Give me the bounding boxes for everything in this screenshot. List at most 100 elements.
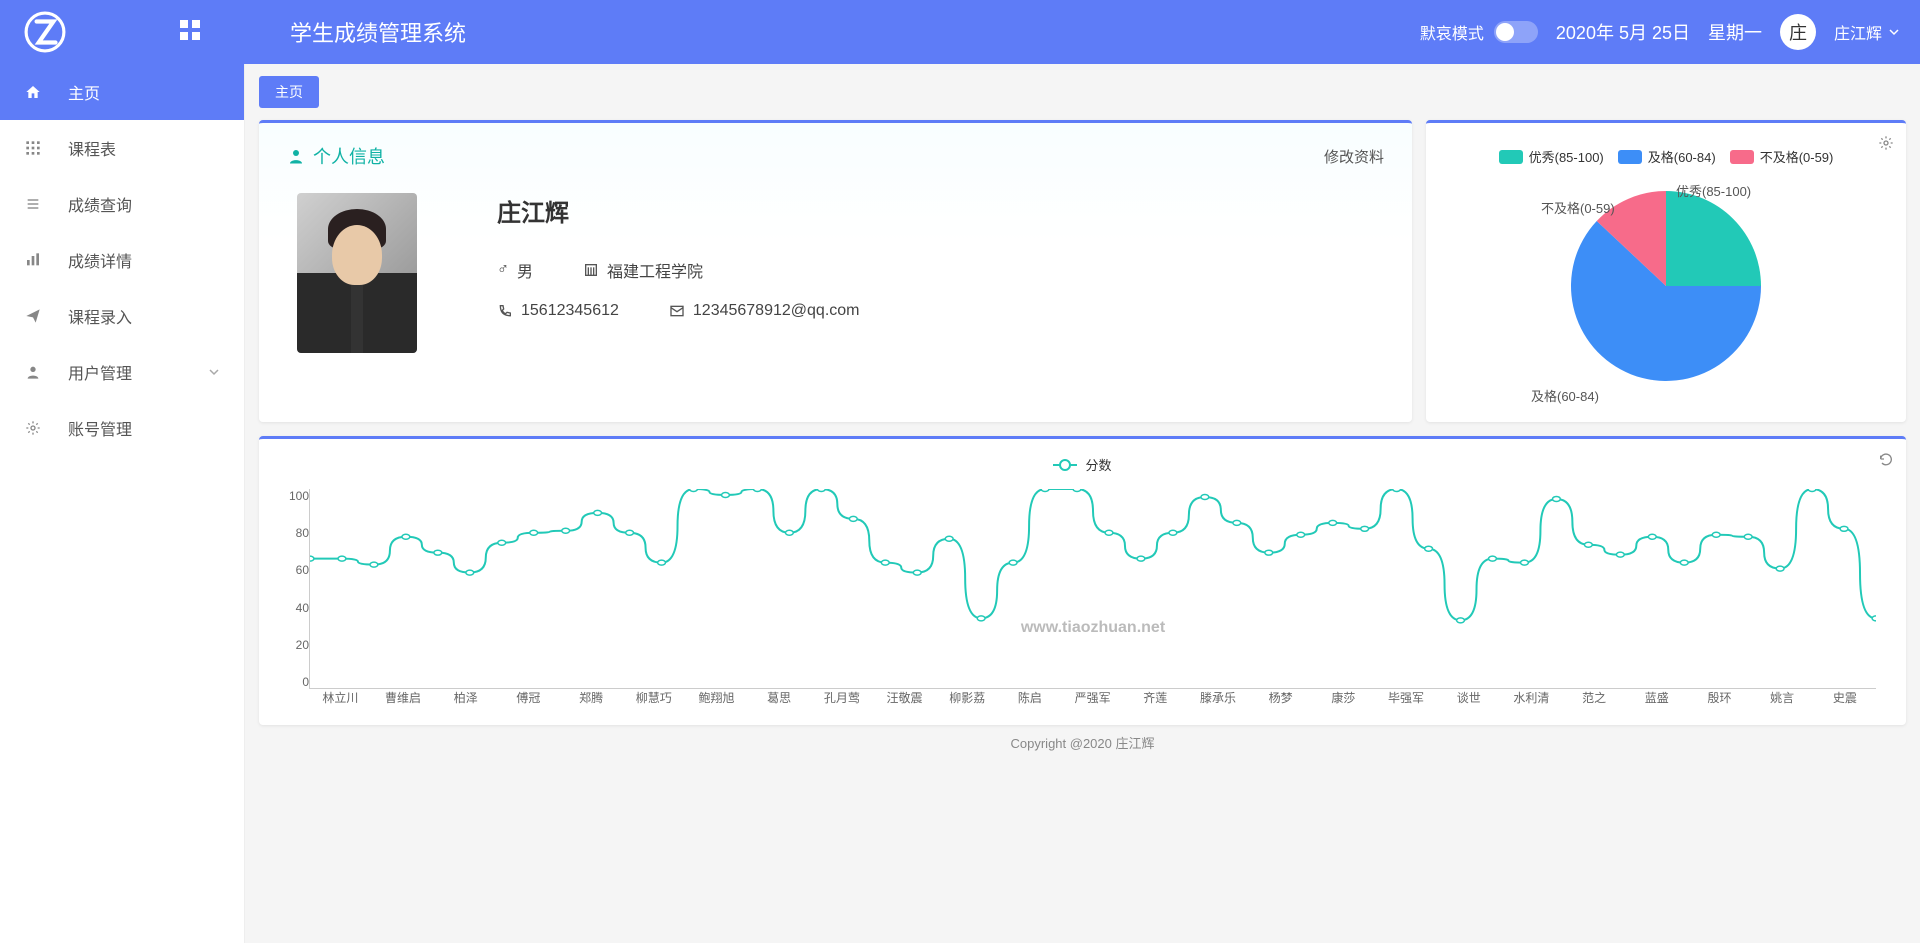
x-tick: 殷环 [1688, 689, 1751, 709]
x-tick: 严强军 [1061, 689, 1124, 709]
sidebar-item-3[interactable]: 成绩详情 [0, 232, 244, 288]
info-name: 庄江辉 [497, 193, 1384, 228]
info-card: 个人信息 修改资料 庄江辉 ♂ 男 [259, 120, 1412, 422]
pie-card: 优秀(85-100) 及格(60-84) 不及格(0-59) 优秀(85-100) 及… [1426, 120, 1906, 422]
x-tick: 蓝盛 [1625, 689, 1688, 709]
list-icon [24, 195, 42, 213]
legend-item[interactable]: 优秀(85-100) [1499, 147, 1604, 166]
sidebar-item-1[interactable]: 课程表 [0, 120, 244, 176]
sidebar-item-2[interactable]: 成绩查询 [0, 176, 244, 232]
email-field: 12345678912@qq.com [669, 302, 860, 320]
x-tick: 范之 [1563, 689, 1626, 709]
legend-swatch [1618, 150, 1642, 164]
y-tick: 80 [279, 526, 309, 540]
sidebar-item-5[interactable]: 用户管理 [0, 344, 244, 400]
user-icon [24, 363, 42, 381]
x-axis: 林立川曹维启柏泽傅冠郑腾柳慧巧鲍翔旭葛思孔月莺汪敬震柳影荔陈启严强军齐莲滕承乐杨… [309, 689, 1876, 709]
line-series-name: 分数 [1085, 455, 1111, 474]
pie-slice-label: 不及格(0-59) [1541, 198, 1615, 217]
gender-field: ♂ 男 [497, 258, 533, 282]
phone-icon [497, 303, 513, 319]
footer: Copyright @2020 庄江辉 [259, 725, 1906, 760]
weekday-text: 星期一 [1708, 19, 1762, 45]
x-tick: 姚言 [1751, 689, 1814, 709]
mail-icon [669, 303, 685, 319]
avatar[interactable]: 庄 [1780, 14, 1816, 50]
x-tick: 柏泽 [434, 689, 497, 709]
sidebar-item-label: 主页 [68, 80, 100, 104]
x-tick: 杨梦 [1249, 689, 1312, 709]
app-title: 学生成绩管理系统 [290, 16, 1420, 48]
sidebar-item-6[interactable]: 账号管理 [0, 400, 244, 456]
sidebar-item-0[interactable]: 主页 [0, 64, 244, 120]
mourning-mode: 默哀模式 [1420, 20, 1538, 44]
refresh-icon[interactable] [1878, 451, 1894, 472]
x-tick: 史震 [1814, 689, 1877, 709]
legend-item[interactable]: 及格(60-84) [1618, 147, 1716, 166]
sidebar-item-label: 账号管理 [68, 416, 132, 440]
x-tick: 谈世 [1437, 689, 1500, 709]
x-tick: 葛思 [748, 689, 811, 709]
menu-toggle-icon[interactable] [180, 20, 200, 45]
x-tick: 齐莲 [1124, 689, 1187, 709]
phone-field: 15612345612 [497, 302, 619, 320]
send-icon [24, 307, 42, 325]
date-text: 2020年 5月 25日 [1556, 19, 1690, 45]
x-tick: 毕强军 [1375, 689, 1438, 709]
sidebar-item-label: 课程表 [68, 136, 116, 160]
chevron-down-icon [208, 366, 220, 378]
portrait [297, 193, 417, 353]
line-chart: 100806040200 www.tiaozhuan.net 林立川曹维启柏泽傅… [309, 489, 1876, 709]
pie-slice-label: 优秀(85-100) [1676, 181, 1751, 200]
building-icon [583, 262, 599, 278]
x-tick: 水利清 [1500, 689, 1563, 709]
legend-swatch [1499, 150, 1523, 164]
x-tick: 柳慧巧 [622, 689, 685, 709]
y-tick: 40 [279, 601, 309, 615]
home-icon [24, 83, 42, 101]
pie-slice-label: 及格(60-84) [1531, 386, 1599, 405]
sidebar-item-label: 课程录入 [68, 304, 132, 328]
sidebar-item-4[interactable]: 课程录入 [0, 288, 244, 344]
line-legend: 分数 [279, 455, 1886, 474]
sidebar-item-label: 成绩详情 [68, 248, 132, 272]
line-card: 分数 100806040200 www.tiaozhuan.net 林立川曹维启… [259, 436, 1906, 725]
y-tick: 60 [279, 563, 309, 577]
y-tick: 100 [279, 489, 309, 503]
gender-icon: ♂ [497, 261, 509, 279]
legend-swatch [1730, 150, 1754, 164]
x-tick: 郑腾 [560, 689, 623, 709]
sidebar: 主页课程表成绩查询成绩详情课程录入用户管理账号管理 [0, 64, 245, 943]
header: 学生成绩管理系统 默哀模式 2020年 5月 25日 星期一 庄 庄江辉 [0, 0, 1920, 64]
pie-chart: 优秀(85-100)及格(60-84)不及格(0-59) [1566, 186, 1766, 386]
x-tick: 陈启 [999, 689, 1062, 709]
y-tick: 0 [279, 675, 309, 689]
gear-icon[interactable] [1878, 135, 1894, 156]
x-tick: 林立川 [309, 689, 372, 709]
x-tick: 康莎 [1312, 689, 1375, 709]
x-tick: 鲍翔旭 [685, 689, 748, 709]
x-tick: 汪敬震 [873, 689, 936, 709]
chevron-down-icon [1888, 26, 1900, 38]
user-dropdown[interactable]: 庄江辉 [1834, 20, 1900, 44]
mourning-switch[interactable] [1494, 21, 1538, 43]
x-tick: 傅冠 [497, 689, 560, 709]
line-legend-marker [1053, 464, 1077, 466]
logo [20, 7, 70, 57]
school-field: 福建工程学院 [583, 258, 703, 282]
legend-item[interactable]: 不及格(0-59) [1730, 147, 1834, 166]
plot-area: www.tiaozhuan.net [309, 489, 1876, 689]
sidebar-item-label: 用户管理 [68, 360, 132, 384]
sidebar-item-label: 成绩查询 [68, 192, 132, 216]
x-tick: 柳影荔 [936, 689, 999, 709]
main: 主页 个人信息 修改资料 庄江辉 ♂ 男 [245, 64, 1920, 772]
tab-home[interactable]: 主页 [259, 76, 319, 108]
edit-profile-link[interactable]: 修改资料 [1324, 146, 1384, 167]
y-tick: 20 [279, 638, 309, 652]
tab-bar: 主页 [259, 76, 1906, 108]
info-title: 个人信息 [287, 143, 385, 169]
x-tick: 滕承乐 [1187, 689, 1250, 709]
gear-icon [24, 419, 42, 437]
user-icon [287, 147, 305, 165]
pie-legend: 优秀(85-100) 及格(60-84) 不及格(0-59) [1446, 147, 1886, 166]
